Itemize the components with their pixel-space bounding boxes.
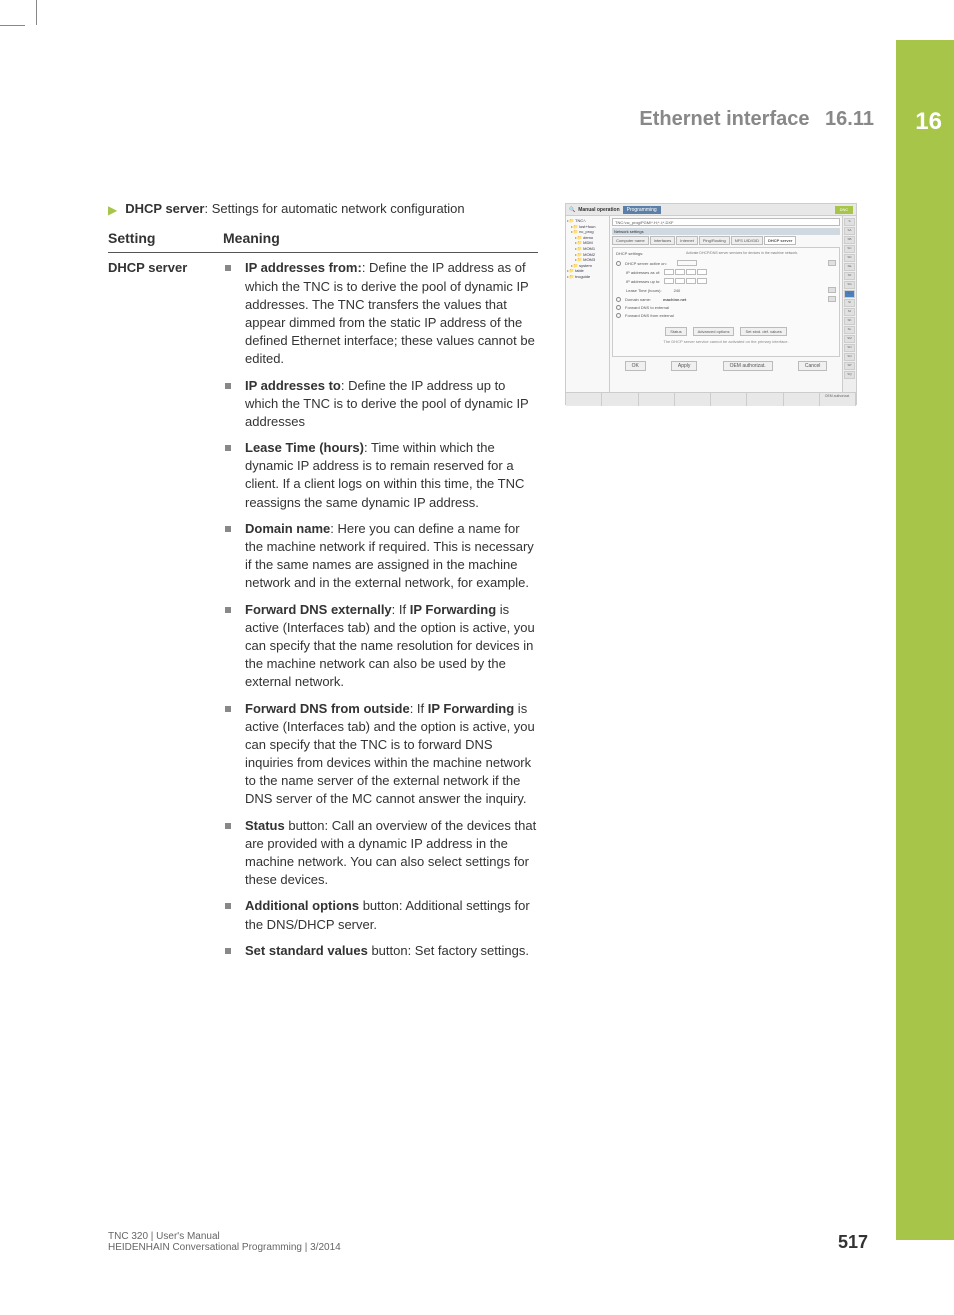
intro-line: ▶ DHCP server: Settings for automatic ne… [108, 200, 538, 219]
ss-stdvalues-button[interactable]: Set stnd. def. values [740, 327, 786, 336]
ss-ok-button[interactable]: OK [625, 361, 646, 371]
ss-tab[interactable]: DHCP server [764, 236, 796, 245]
main-content: ▶ DHCP server: Settings for automatic ne… [108, 200, 538, 968]
ss-toolbar-button[interactable]: SG [844, 281, 855, 289]
ss-note: The DHCP server service cannot be activa… [616, 339, 836, 344]
chapter-tab: 16 [896, 40, 954, 1240]
ss-radio-icon [616, 297, 621, 302]
embedded-screenshot: 🔍 Manual operation Programming DNC ▸📁 TN… [565, 203, 857, 405]
ss-search-icon: 🔍 [569, 207, 575, 213]
ss-toolbar-button[interactable]: SL [844, 326, 855, 334]
list-item: IP addresses to: Define the IP address u… [223, 377, 538, 432]
chapter-number: 16 [915, 108, 942, 136]
ss-form-note: Activate DHCP/DNS server services for de… [686, 251, 836, 256]
ss-toolbar-button[interactable]: SO [844, 353, 855, 361]
ss-dropdown-icon [828, 296, 836, 302]
meaning-cell: IP addresses from:: Define the IP addres… [223, 253, 538, 968]
ss-cancel-button[interactable]: Cancel [798, 361, 828, 371]
list-item: Status button: Call an overview of the d… [223, 817, 538, 890]
ss-tab[interactable]: Interfaces [650, 236, 676, 245]
ss-tab[interactable]: Internet [676, 236, 698, 245]
list-item: Forward DNS from outside: If IP Forwardi… [223, 700, 538, 809]
header-title-text: Ethernet interface [639, 108, 809, 130]
ss-softkey[interactable] [639, 393, 675, 406]
ss-toolbar-button[interactable]: SP [844, 362, 855, 370]
ss-softkey[interactable] [747, 393, 783, 406]
ss-dnc-badge: DNC [835, 206, 853, 214]
ss-radio-icon [616, 261, 621, 266]
ss-toolbar-button[interactable]: S [844, 218, 855, 226]
ss-form-header: DHCP settings: [616, 251, 676, 256]
intro-label: DHCP server [125, 201, 204, 216]
ss-right-toolbar: SSASBSCSDSESFSGSHSISJSKSLSMSNSOSPSQ [842, 216, 856, 392]
list-item: Forward DNS externally: If IP Forwarding… [223, 601, 538, 692]
ss-oem-button[interactable]: OEM authorizat. [723, 361, 773, 371]
setting-name: DHCP server [108, 253, 223, 968]
ss-radio-icon [616, 313, 621, 318]
ss-dropdown-icon [828, 287, 836, 293]
ss-topbar: 🔍 Manual operation Programming DNC [566, 204, 856, 216]
ss-tab[interactable]: Ping/Routing [699, 236, 730, 245]
ss-mode-manual: Manual operation [578, 207, 619, 213]
ss-toolbar-button[interactable]: SD [844, 254, 855, 262]
list-item: Set standard values button: Set factory … [223, 942, 538, 960]
ss-softkey[interactable] [566, 393, 602, 406]
settings-table: Setting Meaning DHCP server IP addresses… [108, 225, 538, 968]
col-setting: Setting [108, 225, 223, 253]
col-meaning: Meaning [223, 225, 538, 253]
ss-tabs: Computer nameInterfacesInternetPing/Rout… [612, 236, 840, 245]
ss-toolbar-button[interactable]: SM [844, 335, 855, 343]
list-item: Additional options button: Additional se… [223, 897, 538, 933]
footer-line1: TNC 320 | User's Manual [108, 1231, 341, 1242]
list-item: Lease Time (hours): Time within which th… [223, 439, 538, 512]
ss-toolbar-button[interactable]: SN [844, 344, 855, 352]
page-number: 517 [838, 1232, 868, 1253]
ss-toolbar-button[interactable]: SA [844, 227, 855, 235]
ss-advanced-button[interactable]: Advanced options [693, 327, 735, 336]
ss-toolbar-button[interactable]: SE [844, 263, 855, 271]
ss-tree: ▸📁 TNC:\▸📁 lost+foun▸📁 nc_prog▸📁 demo▸📁 … [566, 216, 610, 392]
ss-softkey[interactable] [784, 393, 820, 406]
ss-softkey[interactable] [675, 393, 711, 406]
ss-window-title: Network settings [612, 228, 840, 235]
ss-tab[interactable]: Computer name [612, 236, 649, 245]
ss-path: TNC:\nc_prog\PGM\*.H;*.I;*.DXF [612, 218, 840, 226]
ss-toolbar-button[interactable]: SI [844, 299, 855, 307]
ss-softkey[interactable] [602, 393, 638, 406]
ss-tree-item[interactable]: ▸📁 tncguide [567, 274, 608, 280]
arrow-icon: ▶ [108, 202, 117, 219]
ss-tab[interactable]: NFS UID/GID [731, 236, 763, 245]
ss-form: DHCP settings: Activate DHCP/DNS server … [612, 247, 840, 357]
ss-dropdown-icon [828, 260, 836, 266]
list-item: IP addresses from:: Define the IP addres… [223, 259, 538, 368]
ss-softkey[interactable] [711, 393, 747, 406]
ss-toolbar-button[interactable]: SC [844, 245, 855, 253]
ss-softkeys: OEM authorizat. [566, 392, 856, 406]
ss-toolbar-button[interactable]: SK [844, 317, 855, 325]
intro-desc: : Settings for automatic network configu… [205, 201, 465, 216]
ss-radio-icon [616, 305, 621, 310]
ss-toolbar-button[interactable]: SQ [844, 371, 855, 379]
ss-toolbar-button[interactable]: SJ [844, 308, 855, 316]
ss-main: TNC:\nc_prog\PGM\*.H;*.I;*.DXF Network s… [610, 216, 842, 392]
page-footer: TNC 320 | User's Manual HEIDENHAIN Conve… [108, 1231, 868, 1253]
page-header: Ethernet interface 16.11 [639, 108, 874, 131]
ss-toolbar-button[interactable]: SF [844, 272, 855, 280]
ss-apply-button[interactable]: Apply [671, 361, 698, 371]
footer-line2: HEIDENHAIN Conversational Programming | … [108, 1242, 341, 1253]
ss-mode-programming: Programming [623, 206, 661, 214]
list-item: Domain name: Here you can define a name … [223, 520, 538, 593]
ss-toolbar-button[interactable]: SB [844, 236, 855, 244]
ss-status-button[interactable]: Status [665, 327, 686, 336]
header-section-number: 16.11 [825, 108, 874, 130]
meaning-list: IP addresses from:: Define the IP addres… [223, 259, 538, 960]
ss-softkey[interactable]: OEM authorizat. [820, 393, 856, 406]
ss-toolbar-button[interactable]: SH [844, 290, 855, 298]
